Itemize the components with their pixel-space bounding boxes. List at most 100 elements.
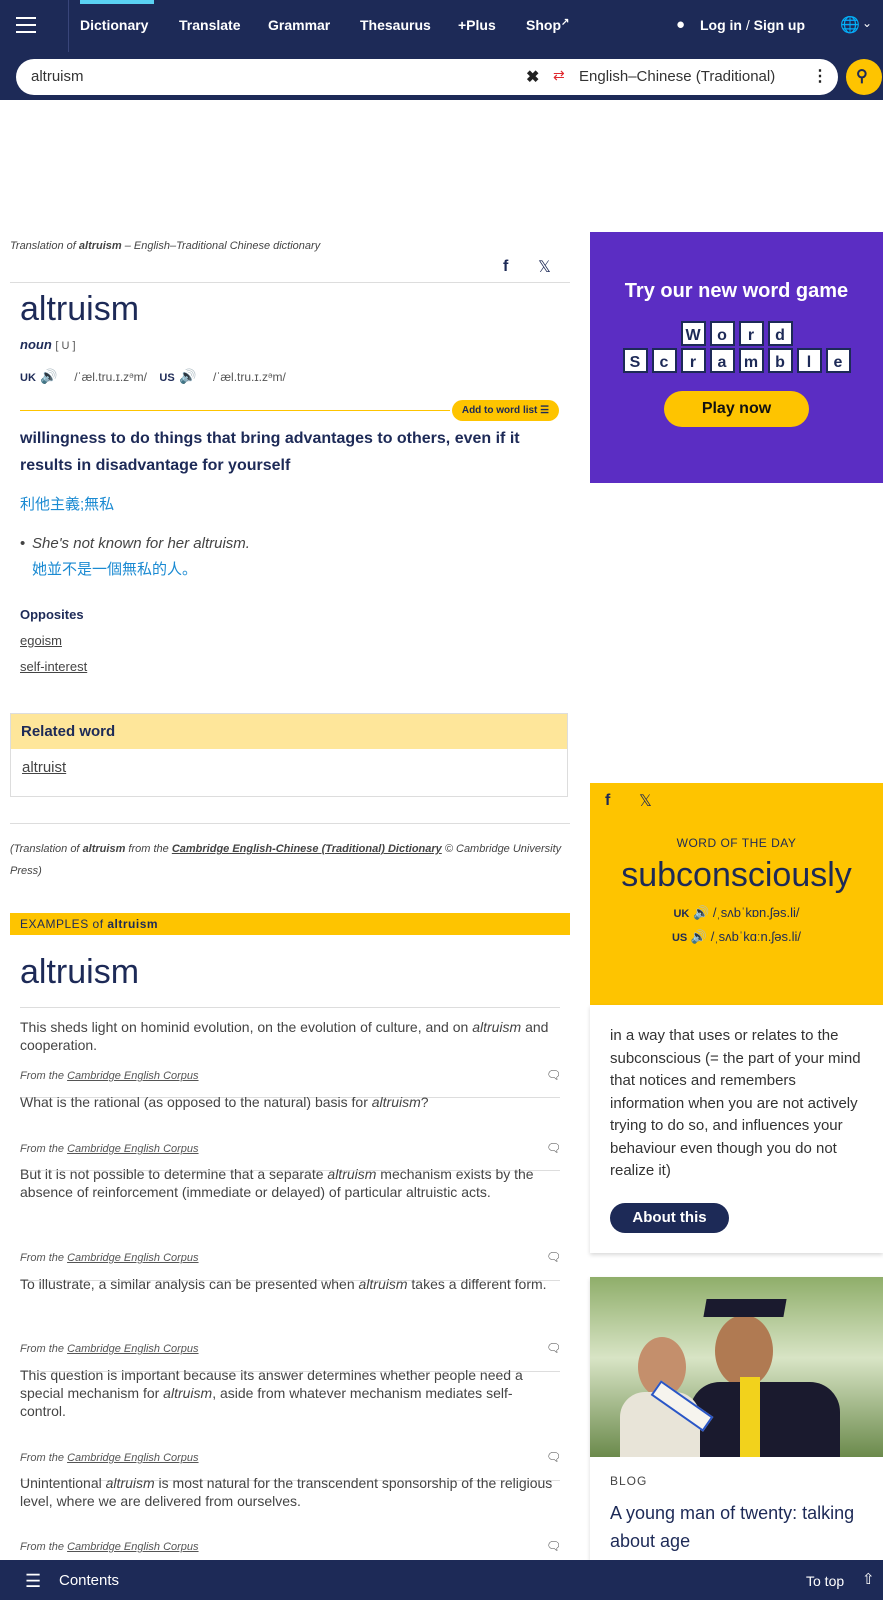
related-word-title: Related word — [11, 714, 567, 749]
related-word-link[interactable]: altruist — [11, 749, 567, 776]
blog-image — [590, 1277, 883, 1457]
comment-icon[interactable]: 🗨 — [546, 1250, 561, 1264]
chevron-down-icon[interactable]: ⌄ — [862, 16, 872, 30]
search-button[interactable]: ⚲ — [846, 59, 882, 95]
example-bullet: • — [20, 535, 26, 552]
blog-card[interactable]: BLOG A young man of twenty: talking abou… — [590, 1277, 883, 1560]
example-source-prefix: From the — [20, 1541, 68, 1553]
to-top-button[interactable]: To top — [806, 1573, 844, 1589]
example-item: This question is important because its a… — [20, 1366, 555, 1420]
arrow-up-icon[interactable]: ⇧ — [862, 1570, 875, 1588]
contents-button[interactable]: Contents — [59, 1572, 119, 1589]
corpus-link[interactable]: Cambridge English Corpus — [67, 1143, 198, 1155]
credit-dictionary-link[interactable]: Cambridge English-Chinese (Traditional) … — [172, 843, 442, 855]
example-item: What is the rational (as opposed to the … — [20, 1093, 555, 1111]
nav-grammar[interactable]: Grammar — [268, 17, 330, 33]
example-item: Unintentional altruism is most natural f… — [20, 1474, 555, 1510]
search-input[interactable]: altruism — [31, 68, 84, 85]
sense-divider — [20, 410, 450, 411]
example-source-prefix: From the — [20, 1343, 68, 1355]
gown-stole — [740, 1377, 760, 1457]
example-keyword: altruism — [472, 1019, 522, 1035]
facebook-share-icon[interactable]: f — [605, 792, 610, 810]
nav-thesaurus[interactable]: Thesaurus — [360, 17, 431, 33]
example-source-prefix: From the — [20, 1452, 68, 1464]
blog-label: BLOG — [610, 1474, 648, 1488]
language-select[interactable]: English–Chinese (Traditional) — [579, 68, 775, 85]
credit-word: altruism — [82, 843, 126, 855]
x-share-icon[interactable]: 𝕏 — [639, 791, 652, 811]
graduation-cap — [703, 1299, 787, 1317]
x-share-icon[interactable]: 𝕏 — [538, 257, 551, 277]
corpus-link[interactable]: Cambridge English Corpus — [67, 1452, 198, 1464]
play-now-button[interactable]: Play now — [664, 391, 809, 427]
pos-label: noun — [20, 337, 52, 352]
example-source-prefix: From the — [20, 1252, 68, 1264]
example-text: But it is not possible to determine that… — [20, 1166, 328, 1182]
nav-plus[interactable]: +Plus — [458, 17, 496, 33]
example-source: From the Cambridge English Corpus — [20, 1541, 199, 1553]
login-link[interactable]: Log in / Sign up — [700, 17, 805, 33]
comment-icon[interactable]: 🗨 — [546, 1450, 561, 1464]
nav-dictionary[interactable]: Dictionary — [80, 17, 148, 33]
nav-translate[interactable]: Translate — [179, 17, 240, 33]
uk-audio-icon[interactable]: 🔊 — [40, 368, 57, 384]
us-audio-icon[interactable]: 🔊 — [179, 368, 196, 384]
wotd-uk-audio-icon[interactable]: 🔊 — [693, 905, 709, 920]
swap-icon[interactable]: ⇄ — [553, 67, 565, 84]
example-text: ? — [420, 1094, 429, 1110]
nav-shop[interactable]: Shop↗ — [526, 17, 569, 33]
example-divider — [20, 1007, 560, 1008]
example-source: From the Cambridge English Corpus — [20, 1343, 199, 1355]
example-item: But it is not possible to determine that… — [20, 1165, 555, 1201]
menu-button[interactable] — [0, 0, 69, 52]
example-source: From the Cambridge English Corpus — [20, 1070, 199, 1082]
wotd-word[interactable]: subconsciously — [590, 856, 883, 895]
corpus-link[interactable]: Cambridge English Corpus — [67, 1343, 198, 1355]
example-source: From the Cambridge English Corpus — [20, 1143, 199, 1155]
login-label: Log in — [700, 17, 742, 33]
tile: l — [796, 348, 822, 373]
tile: W — [680, 321, 706, 346]
more-options-icon[interactable]: ⋮ — [812, 66, 828, 86]
add-to-word-list-label: Add to word list — [461, 405, 538, 416]
example-source: From the Cambridge English Corpus — [20, 1252, 199, 1264]
wotd-us-audio-icon[interactable]: 🔊 — [691, 929, 707, 944]
example-sentence: She's not known for her altruism. — [32, 535, 250, 552]
credit-mid: from the — [125, 843, 172, 855]
external-link-icon: ↗ — [561, 17, 570, 28]
wotd-uk-pron: UK 🔊 /ˌsʌbˈkɒn.ʃəs.li/ — [590, 905, 883, 921]
tile: o — [709, 321, 735, 346]
uk-label: UK — [20, 372, 36, 384]
definition-translation: 利他主義;無私 — [20, 496, 115, 513]
example-item: This sheds light on hominid evolution, o… — [20, 1018, 555, 1054]
wotd-us-label: US — [671, 932, 688, 944]
headword: altruism — [20, 290, 140, 328]
opposite-link-self-interest[interactable]: self-interest — [20, 659, 87, 674]
corpus-link[interactable]: Cambridge English Corpus — [67, 1541, 198, 1553]
word-game-ad[interactable]: Try our new word game Word Scramble Play… — [590, 232, 883, 483]
clear-icon[interactable]: ✖ — [526, 67, 539, 87]
comment-icon[interactable]: 🗨 — [546, 1141, 561, 1155]
example-keyword: altruism — [327, 1166, 377, 1182]
comment-icon[interactable]: 🗨 — [546, 1539, 561, 1553]
corpus-link[interactable]: Cambridge English Corpus — [67, 1070, 198, 1082]
search-bar: altruism ✖ ⇄ English–Chinese (Traditiona… — [0, 52, 883, 100]
comment-icon[interactable]: 🗨 — [546, 1068, 561, 1082]
opposite-link-egoism[interactable]: egoism — [20, 633, 62, 648]
wotd-definition: in a way that uses or relates to the sub… — [610, 1027, 861, 1179]
facebook-share-icon[interactable]: f — [503, 258, 508, 276]
divider — [10, 282, 570, 283]
entry-source: Translation of altruism – English–Tradit… — [10, 240, 570, 252]
corpus-link[interactable]: Cambridge English Corpus — [67, 1252, 198, 1264]
tile: e — [825, 348, 851, 373]
blog-title[interactable]: A young man of twenty: talking about age — [610, 1499, 875, 1555]
entry-source-prefix: Translation of — [10, 240, 79, 252]
add-to-word-list-button[interactable]: Add to word list ☰ — [452, 400, 559, 421]
tile: b — [767, 348, 793, 373]
globe-icon[interactable]: 🌐 — [840, 15, 860, 35]
example-item: To illustrate, a similar analysis can be… — [20, 1275, 555, 1293]
contents-icon[interactable]: ☰ — [25, 1571, 41, 1592]
comment-icon[interactable]: 🗨 — [546, 1341, 561, 1355]
about-this-button[interactable]: About this — [610, 1203, 729, 1233]
